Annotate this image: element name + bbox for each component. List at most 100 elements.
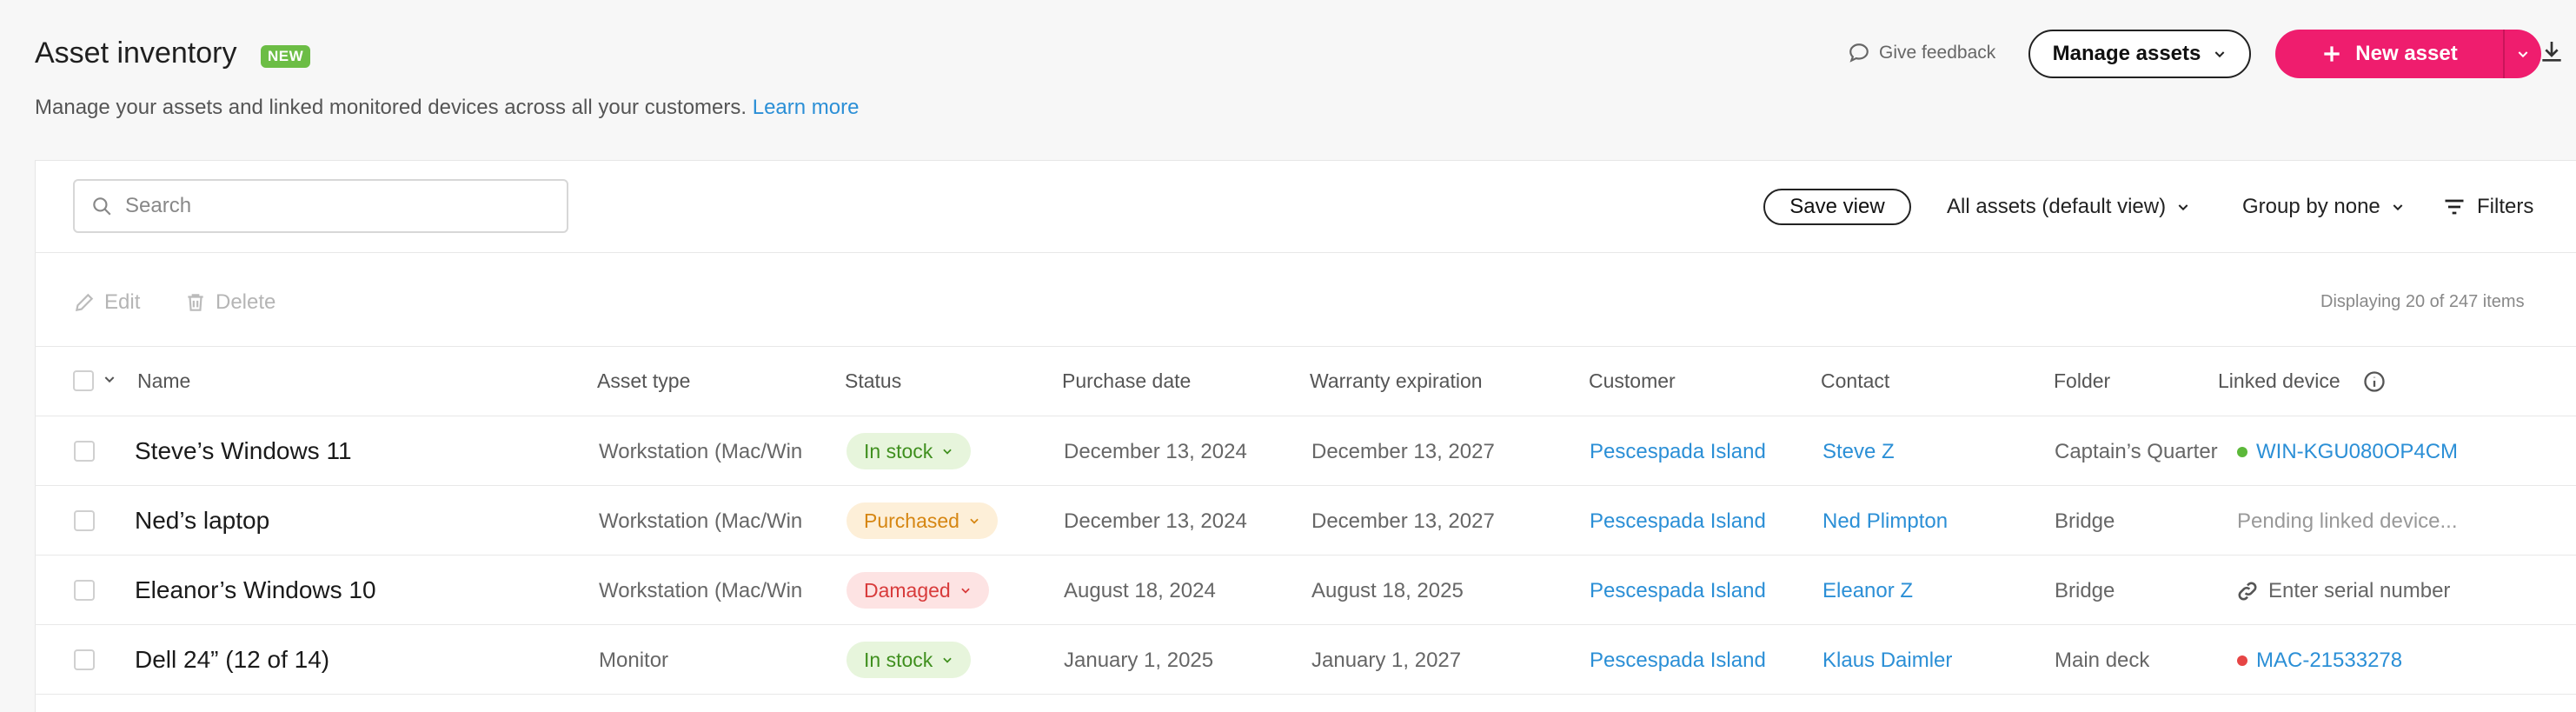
item-count: Displaying 20 of 247 items — [2320, 292, 2525, 311]
edit-button[interactable]: Edit — [73, 290, 140, 315]
select-all-checkbox[interactable] — [73, 370, 94, 391]
column-header-customer[interactable]: Customer — [1589, 369, 1676, 393]
column-header-purchase-date[interactable]: Purchase date — [1062, 369, 1191, 393]
row-checkbox[interactable] — [74, 649, 95, 670]
chevron-down-icon — [2393, 204, 2403, 211]
column-header-name[interactable]: Name — [137, 369, 190, 393]
new-asset-label: New asset — [2355, 42, 2458, 65]
linked-device-info-button[interactable] — [2362, 369, 2387, 398]
pencil-icon — [75, 293, 94, 312]
warranty-expiration: December 13, 2027 — [1311, 440, 1495, 463]
status-dropdown[interactable]: In stock — [846, 642, 972, 678]
asset-type: Workstation (Mac/Win — [599, 579, 803, 602]
customer-link[interactable]: Pescespada Island — [1590, 440, 1766, 464]
new-asset-button[interactable]: New asset — [2275, 30, 2503, 78]
view-selector[interactable]: All assets (default view) — [1947, 195, 2190, 219]
purchase-date: December 13, 2024 — [1064, 440, 1247, 463]
group-by-selector[interactable]: Group by none — [2242, 195, 2405, 219]
offline-status-icon — [2237, 655, 2247, 666]
asset-name[interactable]: Steve’s Windows 11 — [135, 437, 352, 465]
folder: Main deck — [2055, 649, 2150, 672]
new-asset-dropdown-button[interactable] — [2505, 30, 2541, 78]
chevron-down-icon — [2518, 51, 2528, 58]
column-header-warranty-expiration[interactable]: Warranty expiration — [1310, 369, 1483, 393]
status-label: Purchased — [864, 509, 959, 532]
purchase-date: August 18, 2024 — [1064, 579, 1216, 602]
learn-more-link[interactable]: Learn more — [753, 96, 860, 119]
search-input[interactable]: Search — [73, 179, 568, 233]
linked-device-link: MAC-21533278 — [2256, 649, 2403, 672]
contact-link[interactable]: Eleanor Z — [1822, 579, 1913, 603]
download-button[interactable] — [2538, 38, 2569, 70]
view-selector-label: All assets (default view) — [1947, 195, 2167, 218]
link-icon — [2238, 582, 2257, 601]
save-view-button[interactable]: Save view — [1763, 189, 1911, 225]
manage-assets-button[interactable]: Manage assets — [2028, 30, 2251, 78]
warranty-expiration: January 1, 2027 — [1311, 649, 1462, 672]
status-dropdown[interactable]: Purchased — [846, 502, 998, 539]
manage-assets-label: Manage assets — [2052, 42, 2201, 65]
filters-label: Filters — [2477, 195, 2534, 218]
asset-table-card — [35, 160, 2576, 712]
group-by-label: Group by none — [2242, 195, 2380, 218]
row-checkbox[interactable] — [74, 580, 95, 601]
linked-device-link: WIN-KGU080OP4CM — [2256, 440, 2459, 463]
chevron-down-icon — [104, 376, 115, 383]
enter-serial-number-label: Enter serial number — [2268, 579, 2451, 602]
filter-icon — [2445, 199, 2464, 215]
warranty-expiration: August 18, 2025 — [1311, 579, 1464, 602]
status-dropdown[interactable]: In stock — [846, 433, 972, 469]
select-all-menu[interactable] — [103, 372, 116, 390]
customer-link[interactable]: Pescespada Island — [1590, 649, 1766, 673]
linked-device[interactable]: WIN-KGU080OP4CM — [2237, 440, 2458, 464]
download-icon — [2542, 42, 2561, 62]
asset-name[interactable]: Eleanor’s Windows 10 — [135, 576, 376, 604]
filters-button[interactable]: Filters — [2442, 195, 2533, 219]
contact-link[interactable]: Ned Plimpton — [1822, 509, 1948, 534]
give-feedback-button[interactable]: Give feedback — [1848, 42, 1995, 64]
divider — [35, 624, 2576, 625]
delete-label: Delete — [216, 290, 276, 314]
purchase-date: December 13, 2024 — [1064, 509, 1247, 533]
folder: Bridge — [2055, 509, 2115, 533]
divider — [35, 694, 2576, 695]
divider — [35, 485, 2576, 486]
warranty-expiration: December 13, 2027 — [1311, 509, 1495, 533]
row-checkbox[interactable] — [74, 510, 95, 531]
trash-icon — [188, 294, 203, 311]
page-title: Asset inventory — [35, 37, 237, 70]
delete-button[interactable]: Delete — [184, 290, 276, 315]
status-dropdown[interactable]: Damaged — [846, 572, 989, 609]
customer-link[interactable]: Pescespada Island — [1590, 579, 1766, 603]
divider — [35, 346, 2576, 347]
linked-device[interactable]: MAC-21533278 — [2237, 649, 2402, 673]
status-label: In stock — [864, 648, 933, 671]
column-header-contact[interactable]: Contact — [1821, 369, 1889, 393]
asset-type: Workstation (Mac/Win — [599, 440, 803, 463]
give-feedback-label: Give feedback — [1879, 43, 1996, 63]
column-header-folder[interactable]: Folder — [2054, 369, 2110, 393]
column-header-asset-type[interactable]: Asset type — [597, 369, 690, 393]
purchase-date: January 1, 2025 — [1064, 649, 1214, 672]
asset-name[interactable]: Ned’s laptop — [135, 507, 269, 535]
customer-link[interactable]: Pescespada Island — [1590, 509, 1766, 534]
new-badge: NEW — [261, 45, 311, 68]
contact-link[interactable]: Klaus Daimler — [1822, 649, 1952, 673]
chevron-down-icon — [961, 588, 970, 594]
asset-type: Workstation (Mac/Win — [599, 509, 803, 533]
asset-name[interactable]: Dell 24” (12 of 14) — [135, 646, 329, 674]
contact-link[interactable]: Steve Z — [1822, 440, 1895, 464]
asset-type: Monitor — [599, 649, 669, 672]
column-header-linked-device[interactable]: Linked device — [2218, 369, 2340, 393]
page-subtitle: Manage your assets and linked monitored … — [35, 96, 859, 120]
row-checkbox[interactable] — [74, 441, 95, 462]
column-header-status[interactable]: Status — [845, 369, 901, 393]
enter-serial-number-button[interactable]: Enter serial number — [2235, 579, 2450, 603]
divider — [35, 252, 2576, 253]
chevron-down-icon — [2215, 51, 2225, 58]
chevron-down-icon — [970, 518, 979, 524]
linked-device-pending: Pending linked device... — [2237, 509, 2458, 533]
chevron-down-icon — [943, 449, 952, 455]
folder: Bridge — [2055, 579, 2115, 602]
chat-bubble-icon — [1849, 43, 1869, 63]
